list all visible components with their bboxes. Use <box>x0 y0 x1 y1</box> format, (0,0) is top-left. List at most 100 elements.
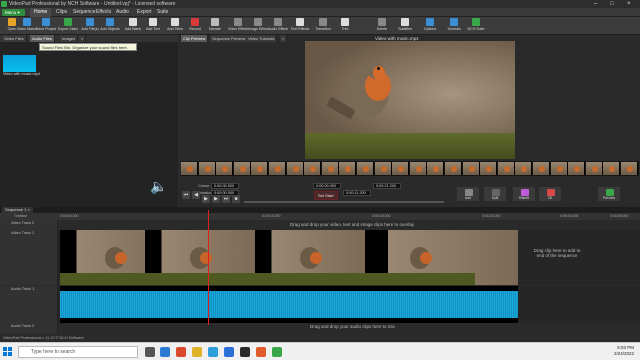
toolbar-save-project-button[interactable]: Save Project <box>36 18 56 34</box>
audio-track-2[interactable]: Audio Track 2 Drag and drop your audio c… <box>0 323 640 333</box>
videopad-icon[interactable] <box>272 347 282 357</box>
video-clip[interactable] <box>255 230 365 285</box>
brave-icon[interactable] <box>176 347 186 357</box>
audio-clip[interactable] <box>60 286 518 323</box>
toolbar-audio-effects-button[interactable]: Audio Effects <box>268 18 288 34</box>
toolbar-nch-suite-button[interactable]: NCH Suite <box>466 18 486 34</box>
scrub-bar[interactable] <box>244 201 444 203</box>
toolbar-subtitles-button[interactable]: Subtitles <box>395 18 415 34</box>
toolbar-record-button[interactable]: Record <box>185 18 205 34</box>
toolbar: Open Video Maker Save Project Export Video A… <box>0 17 640 35</box>
toolbar-narrate-button[interactable]: Narrate <box>205 18 225 34</box>
clock-date: 2/24/2022 <box>613 351 634 356</box>
toolbar-label: Trim <box>341 27 349 31</box>
preview-button[interactable]: Preview <box>597 186 621 202</box>
start-timecode[interactable]: 0:00:00.000 <box>313 183 341 189</box>
toolbar-label: Options <box>423 27 437 31</box>
play-icon[interactable]: ▶ <box>202 195 210 203</box>
toolbar-add-objects-button[interactable]: Add Objects <box>100 18 120 34</box>
filmstrip-frame <box>251 162 269 175</box>
toolbar-tutorials-button[interactable]: Tutorials <box>444 18 464 34</box>
tab-images[interactable]: Images <box>60 35 79 42</box>
toolbar-export-video-button[interactable]: Export Video <box>58 18 78 34</box>
app-icon-orange[interactable] <box>256 347 266 357</box>
tab-clip-preview[interactable]: Clip Preview <box>181 35 209 42</box>
video-clip[interactable] <box>365 230 518 285</box>
menu-button[interactable]: Menu ▾ <box>2 9 25 16</box>
mid-timecode[interactable]: 0:00:11.200 <box>343 190 371 196</box>
tab-home[interactable]: Home <box>30 8 52 17</box>
playhead[interactable] <box>208 210 209 325</box>
clock[interactable]: 5:03 PM 2/24/2022 <box>614 345 634 357</box>
ruler-tick: 0:00:10.000 <box>262 214 281 218</box>
minimize-icon[interactable]: – <box>594 0 597 8</box>
app-icon-blue[interactable] <box>224 347 234 357</box>
audio-track-1[interactable]: Audio Track 1 <box>0 286 640 323</box>
timeline-label: Timeline <box>14 214 28 218</box>
add-button[interactable]: Add <box>456 186 480 202</box>
toolbar-trim-button[interactable]: Trim <box>335 18 355 34</box>
toolbar-label: Export Video <box>58 27 78 31</box>
toolbar-video-maker-button[interactable]: Video Maker <box>17 18 37 34</box>
rabbit-button[interactable]: Rabbit <box>512 186 536 202</box>
filmstrip-frame <box>409 162 427 175</box>
stop-icon[interactable]: ■ <box>232 195 240 203</box>
tutorials-icon <box>450 18 458 26</box>
toolbar-add-file-s--button[interactable]: Add File(s) <box>80 18 100 34</box>
tooltip: Sound Files Bin. Organize your sound fil… <box>39 43 137 51</box>
app-icon-dark[interactable] <box>240 347 250 357</box>
bin-item-label: Video with music.mp4 <box>3 72 40 76</box>
task-view-icon[interactable] <box>145 347 155 357</box>
toolbar-video-effects-button[interactable]: Video Effects <box>228 18 248 34</box>
file-explorer-icon[interactable] <box>192 347 202 357</box>
maximize-icon[interactable]: □ <box>610 0 614 8</box>
toolbar-label: Text Effects <box>290 27 310 31</box>
toolbar-image-effects-button[interactable]: Image Effects <box>248 18 268 34</box>
ruler-tick: 0:00:20.000 <box>372 214 391 218</box>
tab-audio-files[interactable]: Audio Files <box>30 35 55 42</box>
toolbar-delete-button[interactable]: Delete <box>372 18 392 34</box>
close-preview-tab-icon[interactable]: × <box>280 35 288 42</box>
tab-video-tutorials[interactable]: Video Tutorials <box>246 35 278 42</box>
set-start-button[interactable]: Set Start <box>314 191 338 200</box>
split-button[interactable]: Split <box>483 186 507 202</box>
track-name: Video Track 2 <box>11 221 35 225</box>
tab-video-files[interactable]: Video Files <box>2 35 27 42</box>
step-forward-icon[interactable]: ▶ <box>212 195 220 203</box>
step-back-icon[interactable]: ◀ <box>192 191 200 199</box>
close-icon[interactable]: × <box>627 0 631 8</box>
add-blank-icon <box>129 18 137 26</box>
toolbar-add-titles-button[interactable]: Add Titles <box>165 18 185 34</box>
video-track-2[interactable]: Video Track 2 Drag and drop your video, … <box>0 220 640 230</box>
toolbar-add-text-button[interactable]: Add Text <box>143 18 163 34</box>
video-track-1[interactable]: Video Track 1 Drag clip here to add to e… <box>0 230 640 285</box>
video-maker-icon <box>23 18 31 26</box>
toolbar-transition-button[interactable]: Transition <box>313 18 333 34</box>
windows-start-icon[interactable] <box>3 347 13 357</box>
close-bin-tab-icon[interactable]: × <box>79 35 87 42</box>
toolbar-text-effects-button[interactable]: Text Effects <box>290 18 310 34</box>
search-input[interactable]: Type here to search <box>18 346 138 358</box>
timeline-ruler[interactable]: Timeline 0:00:00.000 0:00:10.000 0:00:20… <box>0 213 640 220</box>
tab-suite[interactable]: Suite <box>153 8 172 17</box>
toolbar-label: NCH Suite <box>467 27 485 31</box>
bin-item-thumbnail[interactable] <box>3 55 36 72</box>
record-icon <box>191 18 199 26</box>
toolbar-options-button[interactable]: Options <box>420 18 440 34</box>
status-text: VideoPad Professional v 11.22 © NCH Soft… <box>3 336 84 340</box>
tab-audio[interactable]: Audio <box>112 8 133 17</box>
toolbar-add-blank-button[interactable]: Add Blank <box>123 18 143 34</box>
3d-button[interactable]: 3D <box>538 186 562 202</box>
tab-sequence-preview[interactable]: Sequence Preview <box>210 35 249 42</box>
skip-start-icon[interactable]: ⏮ <box>182 191 190 199</box>
chrome-icon[interactable] <box>160 347 170 357</box>
filmstrip[interactable] <box>181 161 639 176</box>
video-clip[interactable] <box>145 230 255 285</box>
skip-end-icon[interactable]: ⏭ <box>222 195 230 203</box>
cursor-timecode[interactable]: 0:00:00.000 <box>211 183 239 189</box>
edge-icon[interactable] <box>208 347 218 357</box>
end-timecode[interactable]: 0:00:21.200 <box>373 183 401 189</box>
export-video-icon <box>64 18 72 26</box>
speaker-icon: 🔈 <box>150 178 168 194</box>
filmstrip-frame <box>181 162 198 175</box>
